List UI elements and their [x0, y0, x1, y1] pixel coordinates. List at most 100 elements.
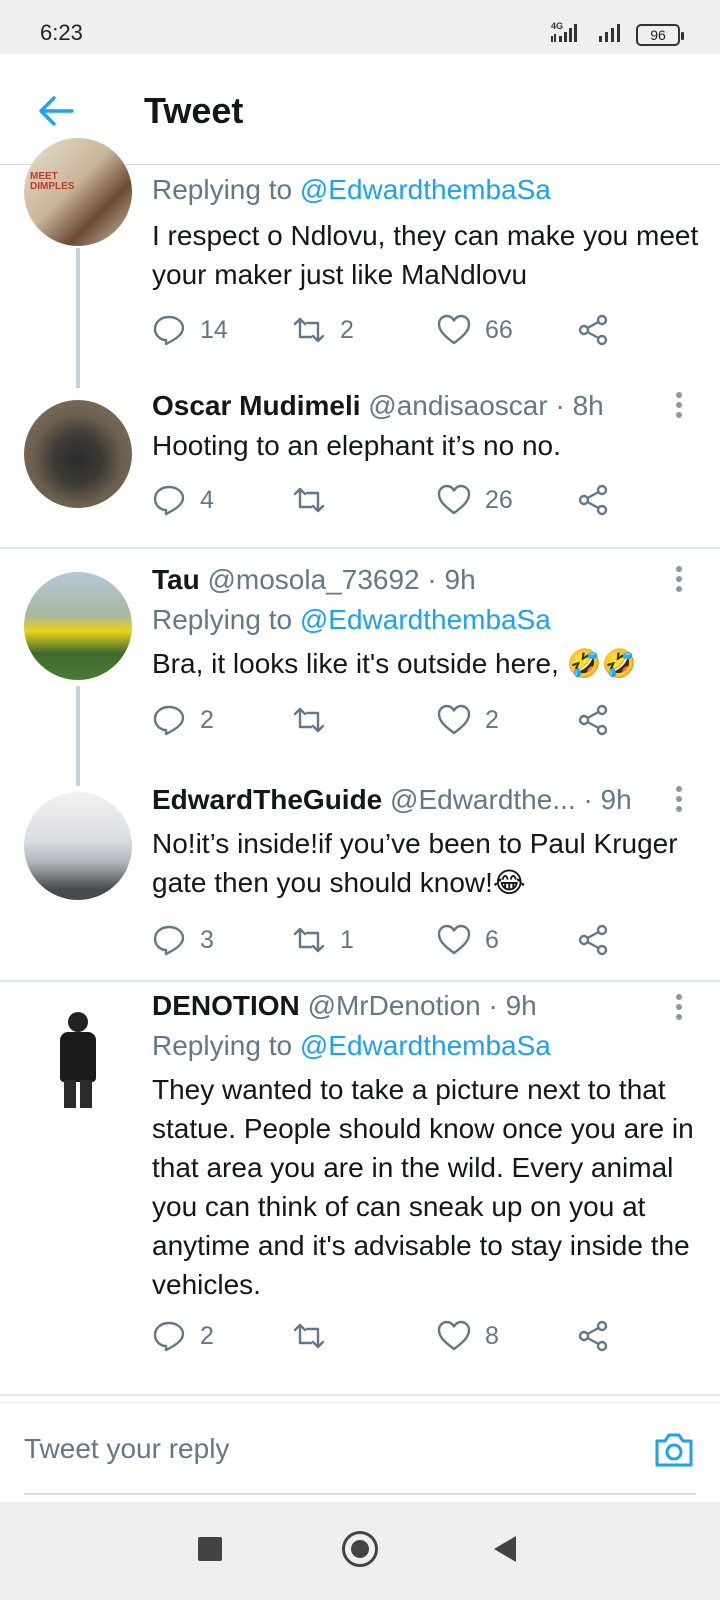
tweet-item[interactable]: DENOTION @MrDenotion · 9h Replying to @E… [0, 990, 720, 1394]
tweet-item[interactable]: MEET DIMPLES Replying to @EdwardthembaSa … [0, 138, 720, 388]
display-name[interactable]: Tau [152, 564, 200, 595]
heart-icon [437, 704, 471, 735]
share-button[interactable] [576, 1316, 624, 1356]
mention-link[interactable]: @EdwardthembaSa [300, 174, 551, 205]
user-handle: @mosola_73692 [207, 564, 420, 595]
display-name[interactable]: DENOTION [152, 990, 300, 1021]
replying-to: Replying to @EdwardthembaSa [152, 174, 551, 205]
tweet-time: · 8h [555, 390, 604, 421]
tweet-time: · 9h [488, 990, 537, 1021]
like-button[interactable]: 66 [437, 310, 513, 350]
reply-icon [153, 1321, 185, 1352]
tweet-item[interactable]: EdwardTheGuide @Edwardthe... · 9h No!it’… [0, 780, 720, 980]
avatar[interactable] [24, 572, 132, 680]
reply-composer: Tweet your reply [0, 1402, 720, 1500]
like-button[interactable]: 6 [437, 920, 499, 960]
tweet-text: They wanted to take a picture next to th… [152, 1074, 694, 1300]
divider [0, 980, 720, 982]
retweet-icon [293, 487, 325, 513]
reply-icon [153, 315, 185, 346]
retweet-icon [293, 317, 325, 343]
heart-icon [437, 924, 471, 955]
tweet-actions: 2 8 [152, 1316, 692, 1356]
display-name[interactable]: Oscar Mudimeli [152, 390, 361, 421]
share-icon [578, 314, 608, 346]
reply-icon [153, 485, 185, 516]
share-button[interactable] [576, 700, 624, 740]
signal-icon-2 [599, 24, 620, 42]
triangle-back-icon[interactable] [494, 1536, 516, 1562]
tweet-item[interactable]: Oscar Mudimeli @andisaoscar · 8h Hooting… [0, 386, 720, 548]
retweet-count: 2 [340, 315, 354, 344]
tweet-actions: 3 1 6 [152, 920, 692, 960]
tweet-text: No!it’s inside!if you’ve been to Paul Kr… [152, 828, 678, 898]
arrow-left-icon[interactable] [36, 91, 76, 131]
reply-count: 4 [200, 485, 214, 514]
retweet-icon [293, 707, 325, 733]
avatar[interactable] [24, 792, 132, 900]
more-options-icon[interactable] [676, 566, 682, 594]
like-button[interactable]: 2 [437, 700, 499, 740]
share-button[interactable] [576, 480, 624, 520]
share-button[interactable] [576, 920, 624, 960]
reply-button[interactable]: 2 [152, 700, 214, 740]
reply-button[interactable]: 3 [152, 920, 214, 960]
tweet-text: Bra, it looks like it's outside here, 🤣🤣 [152, 648, 637, 679]
more-options-icon[interactable] [676, 392, 682, 420]
retweet-icon [293, 1323, 325, 1349]
camera-icon[interactable] [652, 1427, 696, 1471]
battery-indicator: 96 [636, 24, 684, 46]
divider [0, 1394, 720, 1396]
reply-button[interactable]: 4 [152, 480, 214, 520]
avatar[interactable] [24, 400, 132, 508]
thread-line [76, 248, 80, 388]
reply-count: 2 [200, 1321, 214, 1350]
system-nav-bar [0, 1502, 720, 1600]
square-icon[interactable] [198, 1537, 222, 1561]
reply-button[interactable]: 2 [152, 1316, 214, 1356]
reply-input[interactable]: Tweet your reply [24, 1433, 229, 1465]
tweet-header: Oscar Mudimeli @andisaoscar · 8h [152, 390, 604, 422]
tweet-time: · 9h [583, 784, 632, 815]
mention-link[interactable]: @EdwardthembaSa [300, 604, 551, 635]
like-count: 26 [485, 485, 513, 514]
heart-icon [437, 1320, 471, 1351]
mention-link[interactable]: @EdwardthembaSa [300, 1030, 551, 1061]
display-name[interactable]: EdwardTheGuide [152, 784, 382, 815]
like-button[interactable]: 26 [437, 480, 513, 520]
share-icon [578, 1320, 608, 1352]
divider [0, 547, 720, 549]
like-count: 66 [485, 315, 513, 344]
tweet-header: DENOTION @MrDenotion · 9h [152, 990, 537, 1022]
status-bar: 6:23 4G 96 [0, 0, 720, 54]
avatar[interactable] [24, 1006, 132, 1114]
like-count: 2 [485, 705, 499, 734]
heart-icon [437, 314, 471, 345]
more-options-icon[interactable] [676, 786, 682, 814]
retweet-count: 1 [340, 925, 354, 954]
retweet-button[interactable] [292, 700, 340, 740]
reply-count: 14 [200, 315, 228, 344]
tweet-actions: 2 2 [152, 700, 692, 740]
heart-icon [437, 484, 471, 515]
tweet-item[interactable]: Tau @mosola_73692 · 9h Replying to @Edwa… [0, 560, 720, 786]
input-underline [24, 1493, 696, 1495]
retweet-button[interactable]: 2 [292, 310, 354, 350]
tweet-text: I respect o Ndlovu, they can make you me… [152, 220, 699, 290]
more-options-icon[interactable] [676, 994, 682, 1022]
avatar[interactable]: MEET DIMPLES [24, 138, 132, 246]
user-handle: @andisaoscar [368, 390, 548, 421]
replying-to: Replying to @EdwardthembaSa [152, 604, 551, 635]
retweet-button[interactable] [292, 1316, 340, 1356]
retweet-button[interactable] [292, 480, 340, 520]
user-handle: @Edwardthe... [390, 784, 576, 815]
circle-icon[interactable] [342, 1531, 378, 1567]
tweet-text: Hooting to an elephant it’s no no. [152, 430, 561, 461]
retweet-button[interactable]: 1 [292, 920, 354, 960]
share-icon [578, 484, 608, 516]
share-button[interactable] [576, 310, 624, 350]
tweet-actions: 14 2 66 [152, 310, 692, 350]
reply-button[interactable]: 14 [152, 310, 228, 350]
like-button[interactable]: 8 [437, 1316, 499, 1356]
user-handle: @MrDenotion [307, 990, 481, 1021]
